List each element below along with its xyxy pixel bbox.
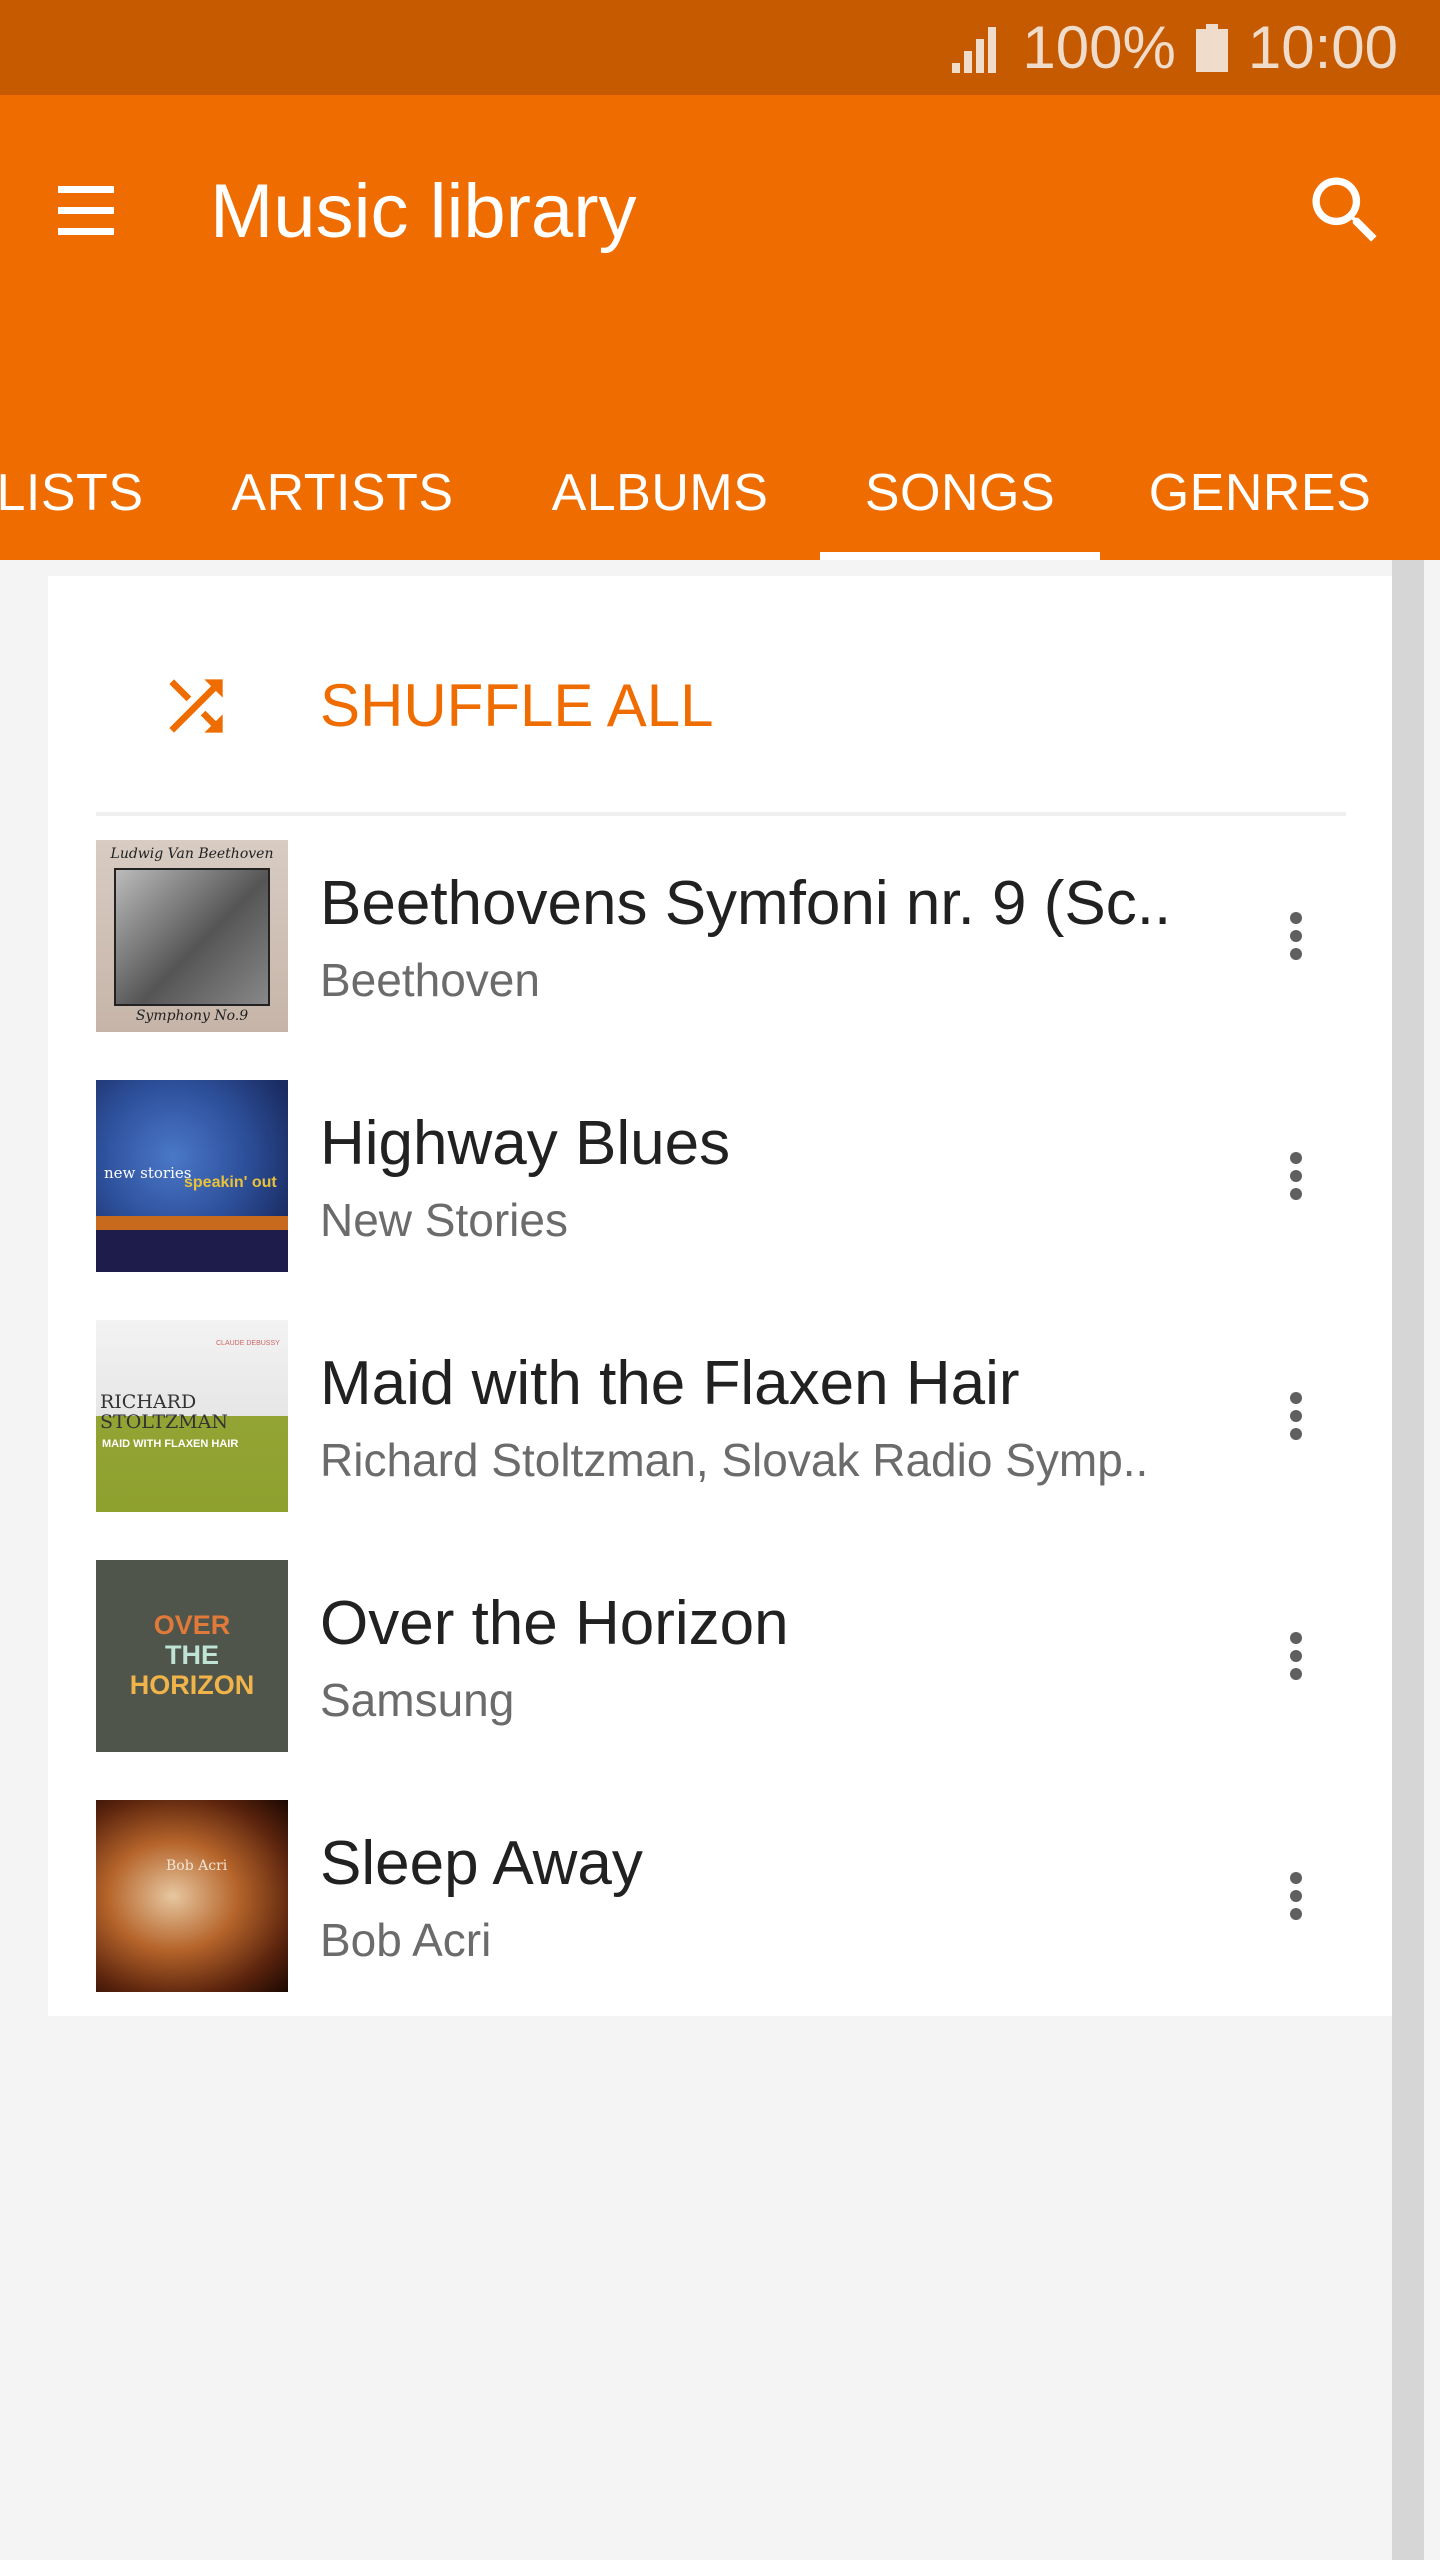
search-icon[interactable] <box>1290 155 1400 265</box>
song-row[interactable]: new stories speakin' out Highway Blues N… <box>48 1080 1392 1320</box>
album-art-text: HORIZON <box>129 1670 255 1700</box>
more-options-icon[interactable] <box>1256 1136 1336 1216</box>
album-art: new stories speakin' out <box>96 1080 288 1272</box>
album-art-text: CLAUDE DEBUSSY <box>216 1340 280 1347</box>
tab-label: ALBUMS <box>551 463 769 522</box>
clock: 10:00 <box>1247 14 1398 81</box>
more-options-icon[interactable] <box>1256 1616 1336 1696</box>
album-art-text: Symphony No.9 <box>135 1008 249 1024</box>
song-artist: Beethoven <box>320 954 540 1006</box>
tab-genres[interactable]: GENRES <box>1120 425 1400 560</box>
song-title: Over the Horizon <box>320 1589 789 1658</box>
song-row[interactable]: OVER THE HORIZON Over the Horizon Samsun… <box>48 1560 1392 1800</box>
more-options-icon[interactable] <box>1256 1856 1336 1936</box>
battery-icon <box>1195 23 1228 72</box>
album-art-text: OVER <box>153 1610 231 1640</box>
album-art-text: Bob Acri <box>166 1858 228 1874</box>
album-art-text: RICHARD STOLTZMAN <box>100 1391 229 1433</box>
battery-percent: 100% <box>1022 14 1176 81</box>
tab-artists[interactable]: ARTISTS <box>200 425 485 560</box>
status-bar: 100% 10:00 <box>0 0 1440 95</box>
page-title: Music library <box>210 169 637 254</box>
song-list-card: SHUFFLE ALL Ludwig Van Beethoven Symphon… <box>48 576 1392 2016</box>
song-artist: Bob Acri <box>320 1914 492 1966</box>
song-row[interactable]: Ludwig Van Beethoven Symphony No.9 Beeth… <box>48 840 1392 1080</box>
more-options-icon[interactable] <box>1256 1376 1336 1456</box>
tab-label: ARTISTS <box>231 463 454 522</box>
song-row[interactable]: CLAUDE DEBUSSY RICHARD STOLTZMAN MAID WI… <box>48 1320 1392 1560</box>
selected-tab-indicator <box>820 552 1100 560</box>
album-art-text: Ludwig Van Beethoven <box>110 846 274 862</box>
album-art: Ludwig Van Beethoven Symphony No.9 <box>96 840 288 1032</box>
song-artist: New Stories <box>320 1194 568 1246</box>
tab-label: SONGS <box>864 463 1056 522</box>
shuffle-all-label: SHUFFLE ALL <box>320 672 714 739</box>
album-art-text: THE <box>165 1640 219 1670</box>
song-artist: Richard Stoltzman, Slovak Radio Symp.. <box>320 1434 1149 1486</box>
album-art-text: MAID WITH FLAXEN HAIR <box>102 1438 239 1450</box>
song-artist: Samsung <box>320 1674 515 1726</box>
more-options-icon[interactable] <box>1256 896 1336 976</box>
album-art: OVER THE HORIZON <box>96 1560 288 1752</box>
tab-playlists[interactable]: LISTS <box>0 425 170 560</box>
song-title: Maid with the Flaxen Hair <box>320 1349 1020 1418</box>
song-title: Sleep Away <box>320 1829 643 1898</box>
shuffle-all-button[interactable]: SHUFFLE ALL <box>48 576 1392 812</box>
album-art: CLAUDE DEBUSSY RICHARD STOLTZMAN MAID WI… <box>96 1320 288 1512</box>
app-bar: Music library LISTS ARTISTS ALBUMS SONGS… <box>0 95 1440 560</box>
song-row[interactable]: Bob Acri Sleep Away Bob Acri <box>48 1800 1392 2040</box>
song-title: Beethovens Symfoni nr. 9 (Sc.. <box>320 869 1172 938</box>
album-art: Bob Acri <box>96 1800 288 1992</box>
song-title: Highway Blues <box>320 1109 731 1178</box>
tab-albums[interactable]: ALBUMS <box>515 425 805 560</box>
shuffle-icon <box>156 666 236 746</box>
tab-label: GENRES <box>1148 463 1372 522</box>
scrollbar[interactable] <box>1392 560 1424 2560</box>
album-art-text: speakin' out <box>184 1174 277 1191</box>
hamburger-menu-icon[interactable] <box>40 165 150 255</box>
album-art-text: new stories <box>104 1164 192 1182</box>
divider <box>96 812 1346 816</box>
tab-bar: LISTS ARTISTS ALBUMS SONGS GENRES <box>0 425 1440 560</box>
tab-songs[interactable]: SONGS <box>820 425 1100 560</box>
tab-label: LISTS <box>0 463 144 522</box>
signal-icon <box>952 23 1002 73</box>
